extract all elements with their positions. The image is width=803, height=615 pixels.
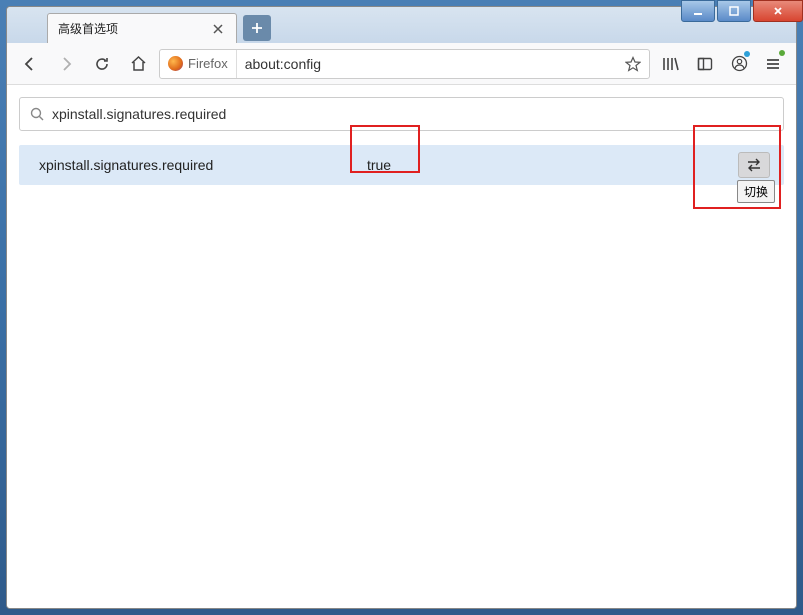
toolbar: Firefox: [7, 43, 796, 85]
forward-button[interactable]: [51, 49, 81, 79]
tab-close-icon[interactable]: [210, 21, 226, 37]
content-area: xpinstall.signatures.required true: [7, 85, 796, 608]
library-button[interactable]: [656, 49, 686, 79]
browser-window: 高级首选项 Firefox: [6, 6, 797, 609]
tab-active[interactable]: 高级首选项: [47, 13, 237, 43]
maximize-button[interactable]: [717, 0, 751, 22]
minimize-button[interactable]: [681, 0, 715, 22]
config-search-input[interactable]: [52, 106, 773, 122]
new-tab-button[interactable]: [243, 15, 271, 41]
pref-value: true: [349, 157, 409, 173]
account-button[interactable]: [724, 49, 754, 79]
close-button[interactable]: [753, 0, 803, 22]
toggle-arrows-icon: [746, 158, 762, 172]
site-identity[interactable]: Firefox: [160, 50, 237, 78]
search-icon: [30, 107, 44, 121]
tab-bar: 高级首选项: [7, 7, 796, 43]
bookmark-star-icon[interactable]: [617, 56, 649, 72]
back-button[interactable]: [15, 49, 45, 79]
menu-button[interactable]: [758, 49, 788, 79]
config-search-box: [19, 97, 784, 131]
url-bar: Firefox: [159, 49, 650, 79]
toggle-button[interactable]: [738, 152, 770, 178]
pref-row[interactable]: xpinstall.signatures.required true: [19, 145, 784, 185]
identity-label: Firefox: [188, 56, 228, 71]
reload-button[interactable]: [87, 49, 117, 79]
notification-dot-icon: [744, 51, 750, 57]
tab-title: 高级首选项: [58, 20, 210, 37]
pref-name: xpinstall.signatures.required: [39, 157, 349, 173]
toolbar-right: [656, 49, 788, 79]
toggle-tooltip: 切换: [737, 180, 775, 203]
home-button[interactable]: [123, 49, 153, 79]
firefox-icon: [168, 56, 183, 71]
notification-dot-icon: [779, 50, 785, 56]
sidebar-button[interactable]: [690, 49, 720, 79]
window-controls: [679, 0, 803, 22]
url-input[interactable]: [237, 56, 617, 72]
